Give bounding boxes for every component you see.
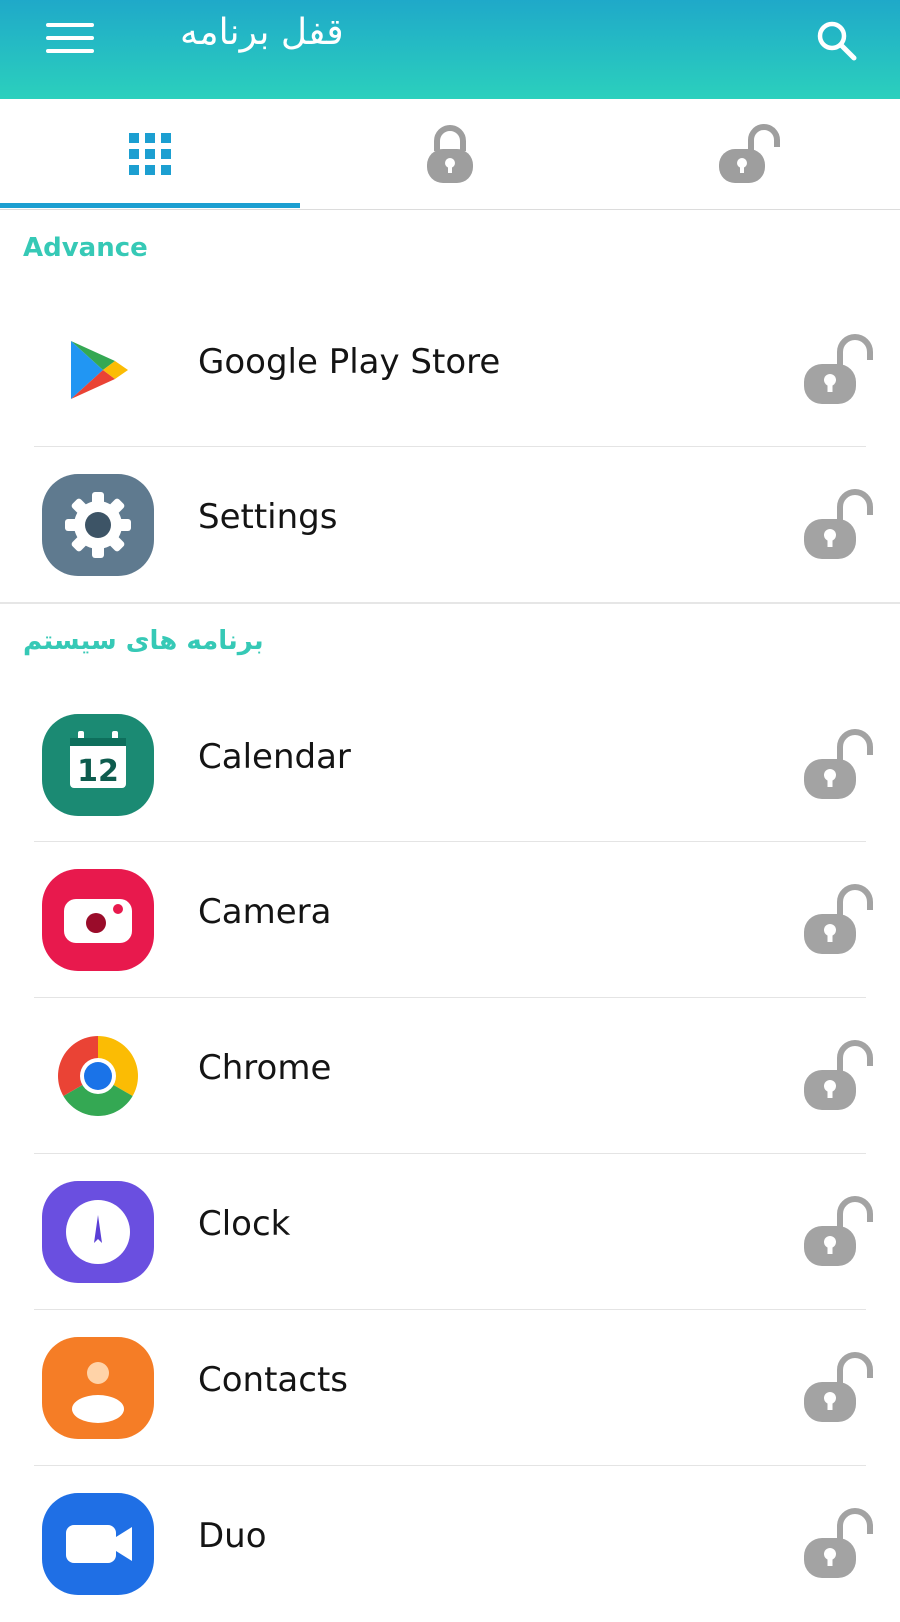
chrome-icon	[42, 1025, 154, 1127]
section-header-system-apps: برنامه های سیستم	[23, 626, 264, 656]
hamburger-icon[interactable]	[46, 23, 94, 53]
app-row-chrome[interactable]: Chrome	[0, 998, 900, 1154]
duo-video-icon	[42, 1493, 154, 1595]
camera-icon	[42, 869, 154, 971]
app-row-settings[interactable]: Settings	[0, 447, 900, 603]
app-name: Settings	[198, 497, 338, 537]
app-header: قفل برنامه	[0, 0, 900, 99]
app-row-calendar[interactable]: 12 Calendar	[0, 687, 900, 843]
clock-icon	[42, 1181, 154, 1283]
page-title: قفل برنامه	[180, 12, 344, 53]
app-name: Clock	[198, 1204, 291, 1244]
unlock-icon[interactable]	[800, 880, 876, 960]
app-row-contacts[interactable]: Contacts	[0, 1310, 900, 1466]
lock-icon	[427, 125, 473, 183]
tab-locked[interactable]	[300, 99, 600, 209]
app-name: Duo	[198, 1516, 267, 1556]
tab-unlocked[interactable]	[600, 99, 900, 209]
unlock-icon[interactable]	[800, 485, 876, 565]
grid-icon	[129, 133, 171, 175]
app-name: Contacts	[198, 1360, 348, 1400]
calendar-day-number: 12	[77, 754, 119, 789]
unlock-icon[interactable]	[800, 725, 876, 805]
section-divider	[0, 602, 900, 604]
unlock-icon[interactable]	[800, 1504, 876, 1584]
unlock-icon[interactable]	[800, 330, 876, 410]
contacts-icon	[42, 1337, 154, 1439]
app-name: Camera	[198, 892, 332, 932]
unlock-icon[interactable]	[800, 1348, 876, 1428]
section-header-advance: Advance	[23, 233, 148, 263]
app-name: Chrome	[198, 1048, 332, 1088]
unlock-icon[interactable]	[800, 1192, 876, 1272]
play-store-icon	[42, 319, 154, 421]
settings-gear-icon	[42, 474, 154, 576]
calendar-icon: 12	[42, 714, 154, 816]
app-name: Google Play Store	[198, 342, 501, 382]
app-row-camera[interactable]: Camera	[0, 842, 900, 998]
app-row-clock[interactable]: Clock	[0, 1154, 900, 1310]
unlock-icon[interactable]	[800, 1036, 876, 1116]
search-icon[interactable]	[812, 16, 860, 64]
app-row-play-store[interactable]: Google Play Store	[0, 292, 900, 448]
app-row-duo[interactable]: Duo	[0, 1466, 900, 1622]
tab-all-apps[interactable]	[0, 99, 300, 209]
tab-bar	[0, 99, 900, 210]
unlock-icon	[719, 124, 780, 183]
app-name: Calendar	[198, 737, 351, 777]
tab-indicator	[0, 203, 300, 208]
